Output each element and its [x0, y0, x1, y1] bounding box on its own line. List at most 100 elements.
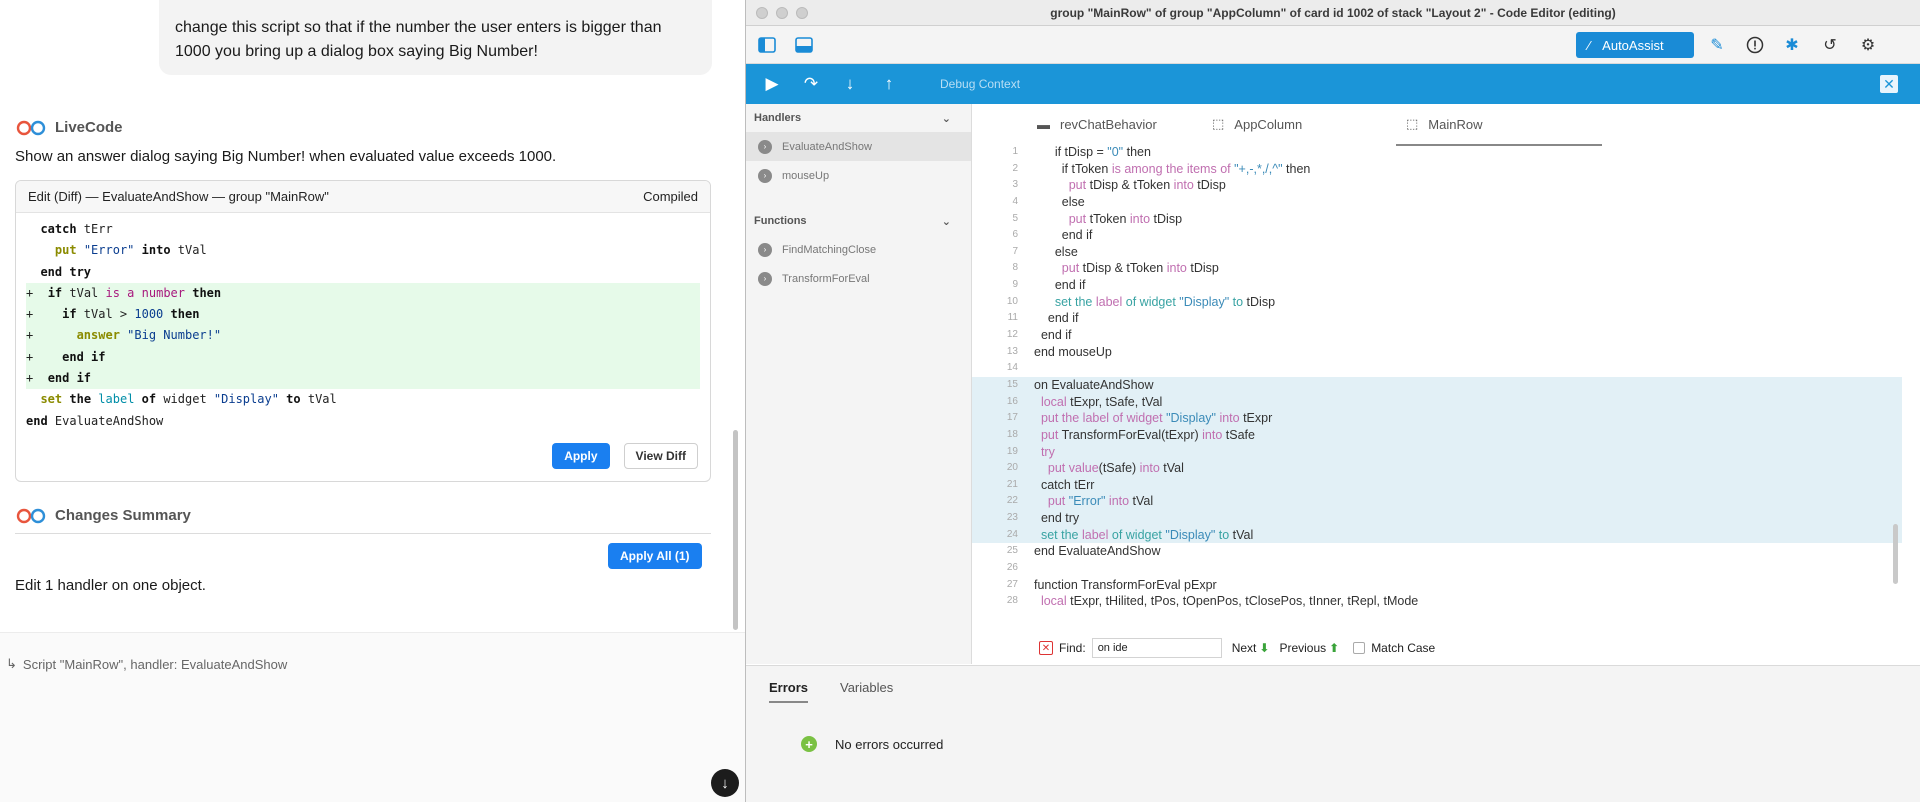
diff-line-added: + if tVal > 1000 then — [26, 304, 700, 326]
code-line: 2 if tToken is among the items of "+,-,*… — [1012, 161, 1311, 176]
debug-context-label[interactable]: Debug Context — [940, 77, 1020, 91]
gear-icon[interactable]: ⚙ — [1858, 35, 1878, 55]
handler-label: EvaluateAndShow — [782, 140, 872, 153]
code-line: 6 end if — [1012, 228, 1093, 243]
user-message: change this script so that if the number… — [159, 0, 712, 75]
tab-variables[interactable]: Variables — [840, 680, 893, 695]
code-line: 8 put tDisp & tToken into tDisp — [1012, 261, 1219, 276]
autoassist-button[interactable]: ⁄ AutoAssist — [1576, 32, 1694, 58]
chat-panel: change this script so that if the number… — [0, 0, 745, 802]
handler-icon: › — [758, 168, 772, 183]
functions-section-header[interactable]: Functions ⌄ — [746, 207, 971, 235]
arrow-down-icon: ↓ — [721, 774, 729, 792]
sidebar-item-mouseup[interactable]: › mouseUp — [746, 161, 971, 190]
scroll-down-button[interactable]: ↓ — [711, 769, 739, 797]
diff-line-added: + end if — [26, 346, 700, 369]
view-diff-button[interactable]: View Diff — [623, 443, 698, 469]
function-icon: › — [758, 242, 772, 257]
summary-title: Changes Summary — [55, 507, 191, 524]
tab-revchatbehavior[interactable]: ▬ revChatBehavior — [1037, 104, 1157, 144]
code-line: 26 — [1006, 562, 1018, 574]
diff-actions: Apply View Diff — [552, 443, 698, 469]
tab-appcolumn[interactable]: ⬚ AppColumn — [1212, 104, 1302, 144]
code-line-selected: 23 end try — [972, 510, 1902, 527]
find-next-button[interactable]: Next ⬇ — [1232, 641, 1270, 655]
group-icon: ⬚ — [1212, 116, 1225, 131]
code-line-selected: 15 on EvaluateAndShow — [972, 376, 1902, 394]
diff-line: catch tErr — [40, 222, 113, 236]
code-scrollbar[interactable] — [1893, 524, 1898, 584]
diff-code: catch tErr put "Error" into tVal end try… — [16, 213, 710, 432]
code-line: 7 else — [1012, 244, 1078, 259]
diff-card: Edit (Diff) — EvaluateAndShow — group "M… — [15, 180, 711, 482]
code-editor[interactable]: 1 if tDisp = "0" then 2 if tToken is amo… — [972, 144, 1902, 620]
handlers-sidebar: Handlers ⌄ › EvaluateAndShow › mouseUp F… — [746, 104, 972, 664]
tab-errors[interactable]: Errors — [769, 680, 809, 703]
step-over-icon[interactable]: ↷ — [801, 74, 821, 94]
sidebar-item-findmatchingclose[interactable]: › FindMatchingClose — [746, 235, 971, 264]
step-into-icon[interactable]: ↓ — [840, 74, 860, 94]
errors-panel: Errors Variables + No errors occurred — [746, 665, 1920, 802]
chat-scrollbar[interactable] — [733, 430, 738, 630]
arrow-down-icon: ⬇ — [1259, 641, 1270, 655]
find-bar: ✕ Find: on ide Next ⬇ Previous ⬆ Match C… — [972, 631, 1920, 665]
errors-message-text: No errors occurred — [835, 736, 944, 752]
tab-mainrow[interactable]: ⬚ MainRow — [1395, 104, 1604, 146]
close-debug-icon[interactable]: ✕ — [1880, 75, 1898, 93]
close-find-icon[interactable]: ✕ — [1039, 641, 1053, 655]
code-line: 28 local tExpr, tHilited, tPos, tOpenPos… — [1006, 594, 1419, 609]
chevron-down-icon: ⌄ — [941, 215, 951, 228]
diff-line: put "Error" into tVal — [54, 243, 207, 258]
toggle-bottom-panel-icon[interactable] — [794, 35, 814, 55]
match-case-checkbox[interactable] — [1353, 642, 1366, 654]
code-line-selected: 20 put value(tSafe) into tVal — [972, 460, 1902, 477]
code-line-selected: 22 put "Error" into tVal — [972, 493, 1902, 511]
errors-message: + No errors occurred — [801, 736, 943, 752]
handler-icon: › — [758, 139, 772, 154]
code-line: 27 function TransformForEval pExpr — [1006, 577, 1217, 592]
diff-title: Edit (Diff) — EvaluateAndShow — group "M… — [28, 189, 329, 204]
code-line-selected: 18 put TransformForEval(tExpr) into tSaf… — [972, 426, 1902, 444]
code-line: 13 end mouseUp — [1006, 344, 1112, 359]
diff-header: Edit (Diff) — EvaluateAndShow — group "M… — [16, 181, 710, 213]
context-text: Script "MainRow", handler: EvaluateAndSh… — [22, 656, 288, 672]
toggle-sidebar-icon[interactable] — [757, 35, 777, 55]
handlers-section-header[interactable]: Handlers ⌄ — [746, 104, 971, 132]
code-line: 12 end if — [1006, 328, 1072, 343]
sidebar-item-evaluateandshow[interactable]: › EvaluateAndShow — [746, 132, 971, 161]
debug-bar: ▶ ↷ ↓ ↑ Debug Context ✕ — [746, 64, 1920, 104]
function-label: TransformForEval — [782, 272, 870, 285]
chat-input-area[interactable]: ↳ Script "MainRow", handler: EvaluateAnd… — [0, 632, 745, 802]
code-line: 25 end EvaluateAndShow — [1006, 544, 1161, 559]
success-icon: + — [801, 736, 817, 752]
diff-line-added: + end if — [26, 368, 700, 390]
diff-line: set the label of widget "Display" to tVa… — [40, 392, 337, 407]
code-editor-window: group "MainRow" of group "AppColumn" of … — [745, 0, 1920, 802]
function-icon: › — [758, 271, 772, 286]
find-previous-button[interactable]: Previous ⬆ — [1279, 641, 1339, 655]
apply-all-button[interactable]: Apply All (1) — [608, 543, 702, 569]
autoassist-label: AutoAssist — [1602, 37, 1664, 53]
summary-header: Changes Summary — [15, 507, 191, 524]
code-line: 10 set the label of widget "Display" to … — [1006, 294, 1276, 309]
warning-icon[interactable] — [1745, 35, 1765, 55]
code-line-selected: 17 put the label of widget "Display" int… — [972, 410, 1902, 427]
sidebar-item-transformforeval[interactable]: › TransformForEval — [746, 264, 971, 293]
return-arrow-icon: ↳ — [6, 656, 17, 671]
diff-line-added: + if tVal is a number then — [26, 282, 700, 305]
chevron-down-icon: ⌄ — [941, 112, 951, 125]
assistant-name: LiveCode — [55, 119, 123, 136]
step-out-icon[interactable]: ↑ — [879, 74, 899, 94]
bug-icon[interactable]: ✱ — [1782, 35, 1802, 55]
magic-icon[interactable]: ✎ — [1707, 35, 1727, 55]
diff-line: end EvaluateAndShow — [26, 413, 164, 428]
code-line-selected: 24 set the label of widget "Display" to … — [972, 526, 1902, 544]
tab-label: revChatBehavior — [1060, 116, 1157, 132]
group-icon: ⬚ — [1406, 116, 1419, 131]
history-icon[interactable]: ↺ — [1820, 35, 1840, 55]
livecode-logo-icon — [16, 120, 46, 135]
assistant-reply: Show an answer dialog saying Big Number!… — [15, 148, 557, 165]
find-input[interactable]: on ide — [1091, 638, 1222, 658]
apply-button[interactable]: Apply — [552, 443, 610, 469]
run-icon[interactable]: ▶ — [762, 74, 782, 94]
